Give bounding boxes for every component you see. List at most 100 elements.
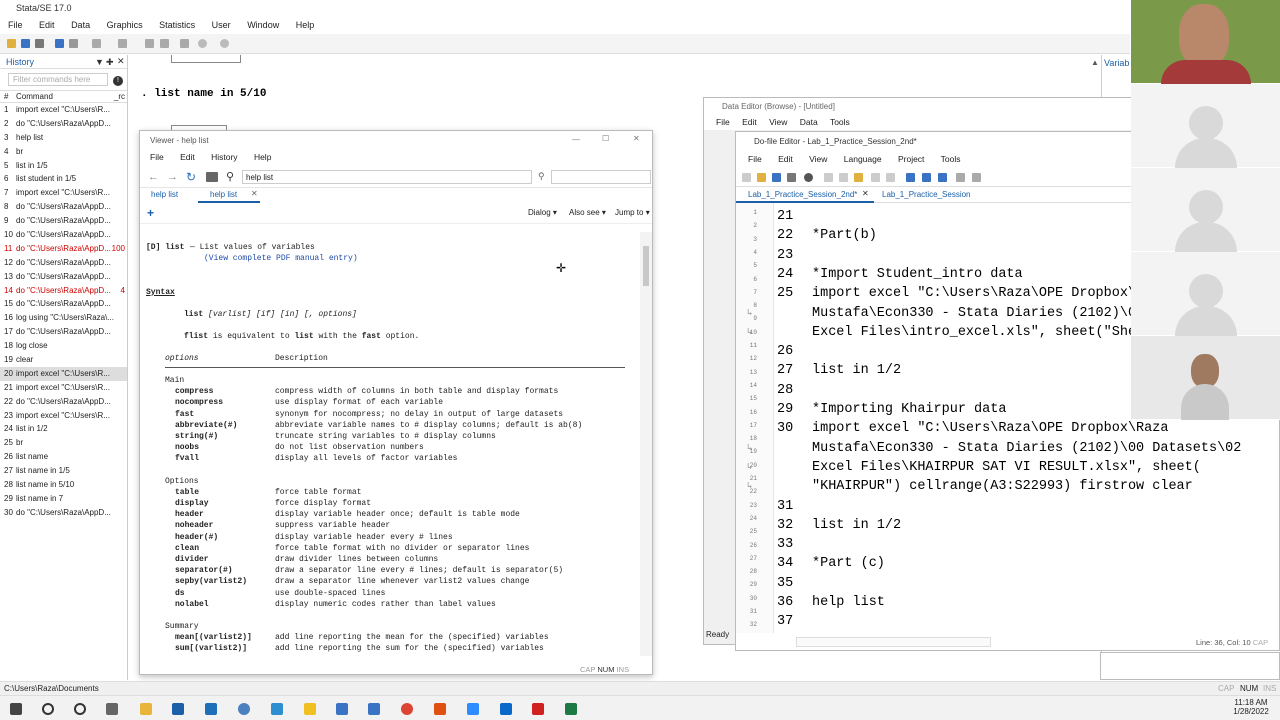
minimize-icon[interactable]: — bbox=[572, 135, 580, 144]
history-filter-input[interactable]: Filter commands here bbox=[8, 73, 108, 86]
viewer-menu-help[interactable]: Help bbox=[254, 152, 271, 162]
option-name[interactable]: clean bbox=[175, 544, 199, 553]
stata-taskbar-icon[interactable] bbox=[172, 703, 184, 715]
option-name[interactable]: divider bbox=[175, 555, 209, 564]
history-item[interactable]: 18 log close bbox=[0, 339, 127, 353]
menu-user[interactable]: User bbox=[204, 18, 237, 30]
app-icon-grid-active[interactable] bbox=[368, 703, 380, 715]
maximize-icon[interactable]: ☐ bbox=[602, 134, 609, 143]
history-item[interactable]: 13 do "C:\Users\Raza\AppD... bbox=[0, 270, 127, 284]
close-icon[interactable]: ✕ bbox=[633, 134, 640, 143]
code-line-text[interactable]: Excel Files\KHAIRPUR SAT VI RESULT.xlsx"… bbox=[812, 460, 1201, 475]
tab-close-icon[interactable]: ✕ bbox=[251, 189, 258, 198]
print-file-icon[interactable] bbox=[787, 173, 796, 182]
refresh-icon[interactable]: ↻ bbox=[186, 170, 196, 184]
viewer-find-input[interactable] bbox=[551, 170, 651, 184]
code-line-text[interactable]: *Part(b) bbox=[812, 228, 877, 243]
code-line-text[interactable]: list in 1/2 bbox=[812, 518, 901, 533]
option-name[interactable]: mean[(varlist2)] bbox=[175, 633, 252, 642]
option-name[interactable]: nolabel bbox=[175, 600, 209, 609]
app-icon-grid[interactable] bbox=[336, 703, 348, 715]
history-item[interactable]: 6 list student in 1/5 bbox=[0, 172, 127, 186]
pin-icon[interactable]: ✚ bbox=[106, 57, 114, 68]
zoom-icon[interactable] bbox=[467, 703, 479, 715]
history-item[interactable]: 26 list name bbox=[0, 450, 127, 464]
jump-to-menu[interactable]: Jump to ▾ bbox=[615, 208, 650, 217]
history-item[interactable]: 9 do "C:\Users\Raza\AppD... bbox=[0, 214, 127, 228]
menu-file[interactable]: File bbox=[0, 18, 29, 30]
viewer-command-input[interactable]: help list bbox=[242, 170, 532, 184]
also-see-menu[interactable]: Also see ▾ bbox=[569, 208, 606, 217]
forward-arrow-icon[interactable]: → bbox=[167, 171, 178, 183]
menu-statistics[interactable]: Statistics bbox=[151, 18, 201, 30]
search-icon[interactable] bbox=[42, 703, 54, 715]
redo-icon[interactable] bbox=[886, 173, 895, 182]
viewer-icon[interactable] bbox=[69, 39, 78, 48]
graph-icon[interactable] bbox=[92, 39, 101, 48]
option-name[interactable]: noobs bbox=[175, 443, 199, 452]
save-icon[interactable] bbox=[21, 39, 30, 48]
history-item[interactable]: 21 import excel "C:\Users\R... bbox=[0, 381, 127, 395]
find-icon[interactable] bbox=[804, 173, 813, 182]
menu-edit[interactable]: Edit bbox=[31, 18, 61, 30]
menu-help[interactable]: Help bbox=[288, 18, 321, 30]
code-line-text[interactable]: *Part (c) bbox=[812, 556, 885, 571]
history-item[interactable]: 23 import excel "C:\Users\R... bbox=[0, 409, 127, 423]
next-bookmark-icon[interactable] bbox=[938, 173, 947, 182]
history-item[interactable]: 12 do "C:\Users\Raza\AppD... bbox=[0, 256, 127, 270]
option-name[interactable]: nocompress bbox=[175, 398, 223, 407]
de-menu-file[interactable]: File bbox=[716, 117, 730, 127]
show-file-icon[interactable] bbox=[956, 173, 965, 182]
pdf-manual-link[interactable]: (View complete PDF manual entry) bbox=[204, 254, 358, 263]
history-item[interactable]: 30 do "C:\Users\Raza\AppD... bbox=[0, 506, 127, 520]
code-line-text[interactable]: list in 1/2 bbox=[812, 363, 901, 378]
history-item[interactable]: 5 list in 1/5 bbox=[0, 159, 127, 173]
new-tab-plus-icon[interactable]: + bbox=[147, 206, 154, 220]
option-name[interactable]: fast bbox=[175, 410, 194, 419]
do-menu-edit[interactable]: Edit bbox=[778, 154, 793, 164]
history-item[interactable]: 15 do "C:\Users\Raza\AppD... bbox=[0, 297, 127, 311]
de-menu-data[interactable]: Data bbox=[800, 117, 818, 127]
excel-icon[interactable] bbox=[565, 703, 577, 715]
office-icon[interactable] bbox=[434, 703, 446, 715]
option-name[interactable]: fvall bbox=[175, 454, 199, 463]
code-line-text[interactable]: Mustafa\Econ330 - Stata Diaries (2102)\0… bbox=[812, 441, 1241, 456]
history-item[interactable]: 28 list name in 5/10 bbox=[0, 478, 127, 492]
code-line-text[interactable]: "KHAIRPUR") cellrange(A3:S22993) firstro… bbox=[812, 479, 1193, 494]
history-item[interactable]: 27 list name in 1/5 bbox=[0, 464, 127, 478]
file-explorer-icon[interactable] bbox=[140, 703, 152, 715]
viewer-menu-history[interactable]: History bbox=[211, 152, 237, 162]
new-file-icon[interactable] bbox=[742, 173, 751, 182]
history-item[interactable]: 19 clear bbox=[0, 353, 127, 367]
menu-data[interactable]: Data bbox=[63, 18, 96, 30]
data-editor-icon[interactable] bbox=[145, 39, 154, 48]
find-icon[interactable]: ⚲ bbox=[538, 171, 545, 182]
tab-help-list-1[interactable]: help list bbox=[151, 190, 178, 199]
code-line-text[interactable]: Mustafa\Econ330 - Stata Diaries (2102)\0… bbox=[812, 306, 1177, 321]
history-item[interactable]: 20 import excel "C:\Users\R... bbox=[0, 366, 127, 381]
undo-icon[interactable] bbox=[871, 173, 880, 182]
variables-manager-icon[interactable] bbox=[180, 39, 189, 48]
code-line-text[interactable]: import excel "C:\Users\Raza\OPE Dropbox\… bbox=[812, 421, 1168, 436]
tab-close-icon[interactable]: ✕ bbox=[862, 189, 869, 198]
do-menu-view[interactable]: View bbox=[809, 154, 827, 164]
tab-help-list-2[interactable]: help list bbox=[210, 190, 237, 199]
tab-lab1-2nd[interactable]: Lab_1_Practice_Session_2nd* bbox=[748, 190, 857, 199]
history-item[interactable]: 16 log using "C:\Users\Raza\... bbox=[0, 311, 127, 325]
history-item[interactable]: 14 do "C:\Users\Raza\AppD... 4 bbox=[0, 284, 127, 298]
cut-icon[interactable] bbox=[824, 173, 833, 182]
more-icon[interactable] bbox=[198, 39, 207, 48]
data-browser-icon[interactable] bbox=[160, 39, 169, 48]
close-icon[interactable]: ✕ bbox=[117, 56, 125, 67]
bookmark-icon[interactable] bbox=[906, 173, 915, 182]
viewer-menu-edit[interactable]: Edit bbox=[180, 152, 195, 162]
open-icon[interactable] bbox=[7, 39, 16, 48]
history-item[interactable]: 22 do "C:\Users\Raza\AppD... bbox=[0, 395, 127, 409]
print-icon[interactable] bbox=[35, 39, 44, 48]
info-icon[interactable]: ! bbox=[113, 76, 123, 86]
menu-window[interactable]: Window bbox=[239, 18, 285, 30]
option-name[interactable]: sepby(varlist2) bbox=[175, 577, 247, 586]
do-menu-tools[interactable]: Tools bbox=[941, 154, 961, 164]
code-line-text[interactable]: Excel Files\intro_excel.xls", sheet("She… bbox=[812, 325, 1160, 340]
history-item[interactable]: 4 br bbox=[0, 145, 127, 159]
